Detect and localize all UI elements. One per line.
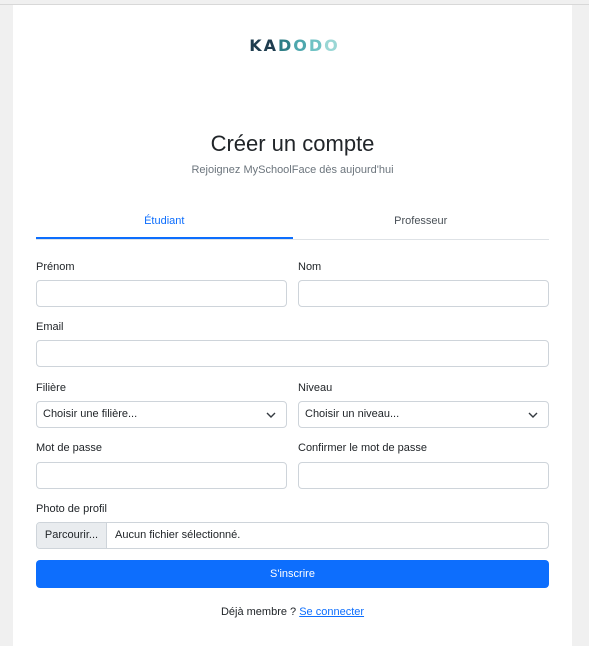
password-label: Mot de passe: [36, 442, 103, 454]
browse-button[interactable]: Parcourir...: [37, 523, 107, 548]
signup-card: K A D O D O Créer un compte Rejoignez My…: [13, 5, 572, 646]
first-name-label: Prénom: [36, 261, 75, 273]
email-input[interactable]: [36, 340, 549, 367]
photo-file-input[interactable]: Parcourir... Aucun fichier sélectionné.: [36, 522, 549, 549]
first-name-input[interactable]: [36, 280, 287, 307]
logo-letter: A: [263, 35, 277, 55]
level-selected: Choisir un niveau...: [305, 408, 400, 420]
last-name-label: Nom: [298, 261, 322, 273]
login-link[interactable]: Se connecter: [299, 606, 364, 618]
email-label: Email: [36, 321, 64, 333]
confirm-password-label: Confirmer le mot de passe: [298, 442, 427, 454]
chevron-down-icon: [528, 412, 538, 418]
logo-letter: D: [278, 35, 293, 55]
logo-letter: O: [324, 35, 339, 55]
file-status: Aucun fichier sélectionné.: [115, 529, 241, 541]
logo-letter: D: [308, 35, 324, 55]
logo-letter: O: [293, 35, 308, 55]
page-title: Créer un compte: [210, 131, 375, 156]
chevron-down-icon: [266, 412, 276, 418]
logo-letter: K: [249, 35, 263, 55]
password-input[interactable]: [36, 462, 287, 489]
tab-student[interactable]: Étudiant: [36, 205, 293, 239]
login-prompt: Déjà membre ? Se connecter: [13, 606, 572, 618]
field-of-study-select[interactable]: Choisir une filière...: [36, 401, 287, 428]
level-select[interactable]: Choisir un niveau...: [298, 401, 549, 428]
field-of-study-label: Filière: [36, 382, 66, 394]
level-label: Niveau: [298, 382, 333, 394]
login-prompt-text: Déjà membre ?: [220, 606, 297, 618]
confirm-password-input[interactable]: [298, 462, 549, 489]
account-type-tabs: Étudiant Professeur: [36, 205, 549, 240]
signup-button[interactable]: S'inscrire: [36, 560, 549, 588]
tab-teacher[interactable]: Professeur: [293, 205, 550, 239]
field-of-study-selected: Choisir une filière...: [43, 408, 138, 420]
photo-label: Photo de profil: [36, 503, 107, 515]
page-subtitle: Rejoignez MySchoolFace dès aujourd'hui: [191, 164, 394, 176]
last-name-input[interactable]: [298, 280, 549, 307]
brand-logo: K A D O D O: [248, 35, 340, 55]
